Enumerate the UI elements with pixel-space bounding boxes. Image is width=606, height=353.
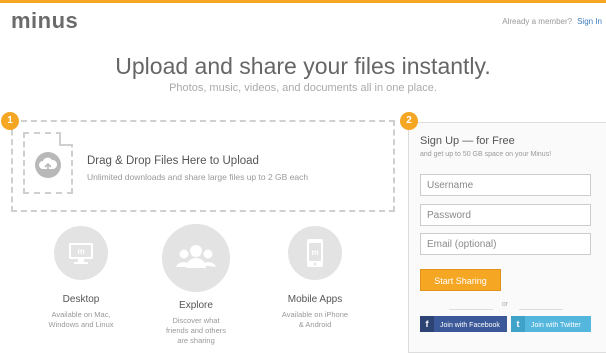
join-twitter-button[interactable]: t Join with Twitter: [511, 316, 591, 332]
facebook-label: Join with Facebook: [440, 322, 500, 329]
signup-subtitle: and get up to 50 GB space on your Minus!: [420, 151, 552, 158]
step-1-badge: 1: [1, 112, 19, 130]
join-facebook-button[interactable]: f Join with Facebook: [420, 316, 507, 332]
feature-description: Available on iPhone & Android: [281, 310, 349, 329]
facebook-icon: f: [420, 316, 434, 332]
svg-text:m: m: [77, 247, 84, 256]
or-separator: or: [501, 301, 509, 308]
signup-panel: Sign Up — for Free and get up to 50 GB s…: [408, 122, 606, 353]
feature-title: Mobile Apps: [287, 294, 343, 305]
divider: [449, 309, 493, 310]
step-2-badge: 2: [400, 112, 418, 130]
phone-icon: m: [288, 226, 342, 280]
top-accent-bar: [0, 0, 606, 3]
twitter-icon: t: [511, 316, 525, 332]
upload-dropzone[interactable]: Drag & Drop Files Here to Upload Unlimit…: [11, 120, 395, 212]
signup-title: Sign Up — for Free: [420, 135, 515, 147]
file-icon: [23, 132, 73, 194]
member-prompt: Already a member? Sign In: [502, 17, 602, 26]
start-sharing-button[interactable]: Start Sharing: [420, 269, 501, 291]
hero-subtitle: Photos, music, videos, and documents all…: [169, 82, 437, 94]
member-text: Already a member?: [502, 17, 573, 26]
sign-in-link[interactable]: Sign In: [577, 17, 602, 26]
people-icon: [162, 224, 230, 292]
email-input[interactable]: [420, 233, 591, 255]
upload-cloud-icon: [35, 152, 61, 178]
twitter-label: Join with Twitter: [531, 322, 581, 329]
feature-description: Available on Mac, Windows and Linux: [48, 310, 114, 329]
username-input[interactable]: [420, 174, 591, 196]
svg-text:m: m: [311, 248, 318, 257]
password-input[interactable]: [420, 204, 591, 226]
feature-title: Desktop: [62, 294, 100, 305]
divider: [519, 309, 563, 310]
hero-title: Upload and share your files instantly.: [115, 53, 491, 79]
minus-logo[interactable]: minus: [11, 8, 78, 34]
dropzone-title: Drag & Drop Files Here to Upload: [87, 155, 259, 167]
feature-mobile-apps[interactable]: m Mobile Apps Available on iPhone & Andr…: [255, 226, 375, 330]
dropzone-subtitle: Unlimited downloads and share large file…: [87, 172, 309, 182]
feature-title: Explore: [179, 300, 213, 311]
feature-desktop[interactable]: m Desktop Available on Mac, Windows and …: [21, 226, 141, 330]
feature-explore[interactable]: Explore Discover what friends and others…: [136, 224, 256, 346]
monitor-icon: m: [54, 226, 108, 280]
feature-description: Discover what friends and others are sha…: [165, 316, 227, 345]
